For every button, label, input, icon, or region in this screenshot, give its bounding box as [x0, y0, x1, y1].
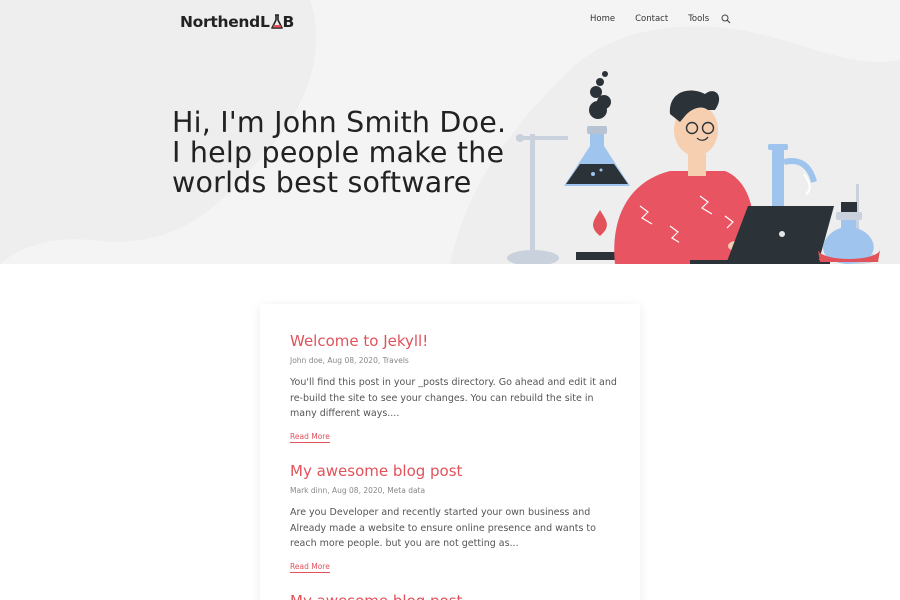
hero-line-2: I help people make the [172, 136, 505, 169]
post-title-link[interactable]: Welcome to Jekyll! [290, 332, 620, 350]
logo-lab: L B [260, 13, 294, 31]
post-title-link[interactable]: My awesome blog post [290, 462, 620, 480]
nav-tools[interactable]: Tools [688, 14, 709, 24]
logo-letter-b: B [282, 13, 295, 31]
logo-letter-l: L [259, 13, 270, 31]
post-meta: John doe, Aug 08, 2020, Travels [290, 356, 409, 365]
post-item: My awesome blog post [290, 592, 620, 600]
read-more-link[interactable]: Read More [290, 562, 330, 573]
post-meta: Mark dinn, Aug 08, 2020, Meta data [290, 486, 426, 495]
hero-line-3: worlds best software [172, 166, 472, 199]
hero-heading: Hi, I'm John Smith Doe. I help people ma… [172, 108, 506, 198]
post-excerpt: You'll find this post in your _posts dir… [290, 377, 617, 419]
hero-section: Northend L B Home Contact Tools Hi, I'm … [0, 0, 900, 264]
post-title-link[interactable]: My awesome blog post [290, 592, 620, 600]
post-item: My awesome blog post Mark dinn, Aug 08, … [290, 462, 620, 573]
logo-text: Northend [180, 13, 260, 31]
hero-line-1: Hi, I'm John Smith Doe. [172, 106, 507, 139]
scientist-illustration [507, 71, 880, 264]
main-nav: Home Contact Tools [590, 14, 731, 24]
post-excerpt: Are you Developer and recently started y… [290, 507, 596, 549]
post-item: Welcome to Jekyll! John doe, Aug 08, 202… [290, 332, 620, 443]
flask-icon [270, 14, 283, 29]
read-more-link[interactable]: Read More [290, 432, 330, 443]
nav-home[interactable]: Home [590, 14, 615, 24]
nav-contact[interactable]: Contact [635, 14, 668, 24]
posts-card: Welcome to Jekyll! John doe, Aug 08, 202… [260, 304, 640, 600]
search-icon[interactable] [721, 14, 731, 24]
site-logo[interactable]: Northend L B [180, 11, 294, 33]
